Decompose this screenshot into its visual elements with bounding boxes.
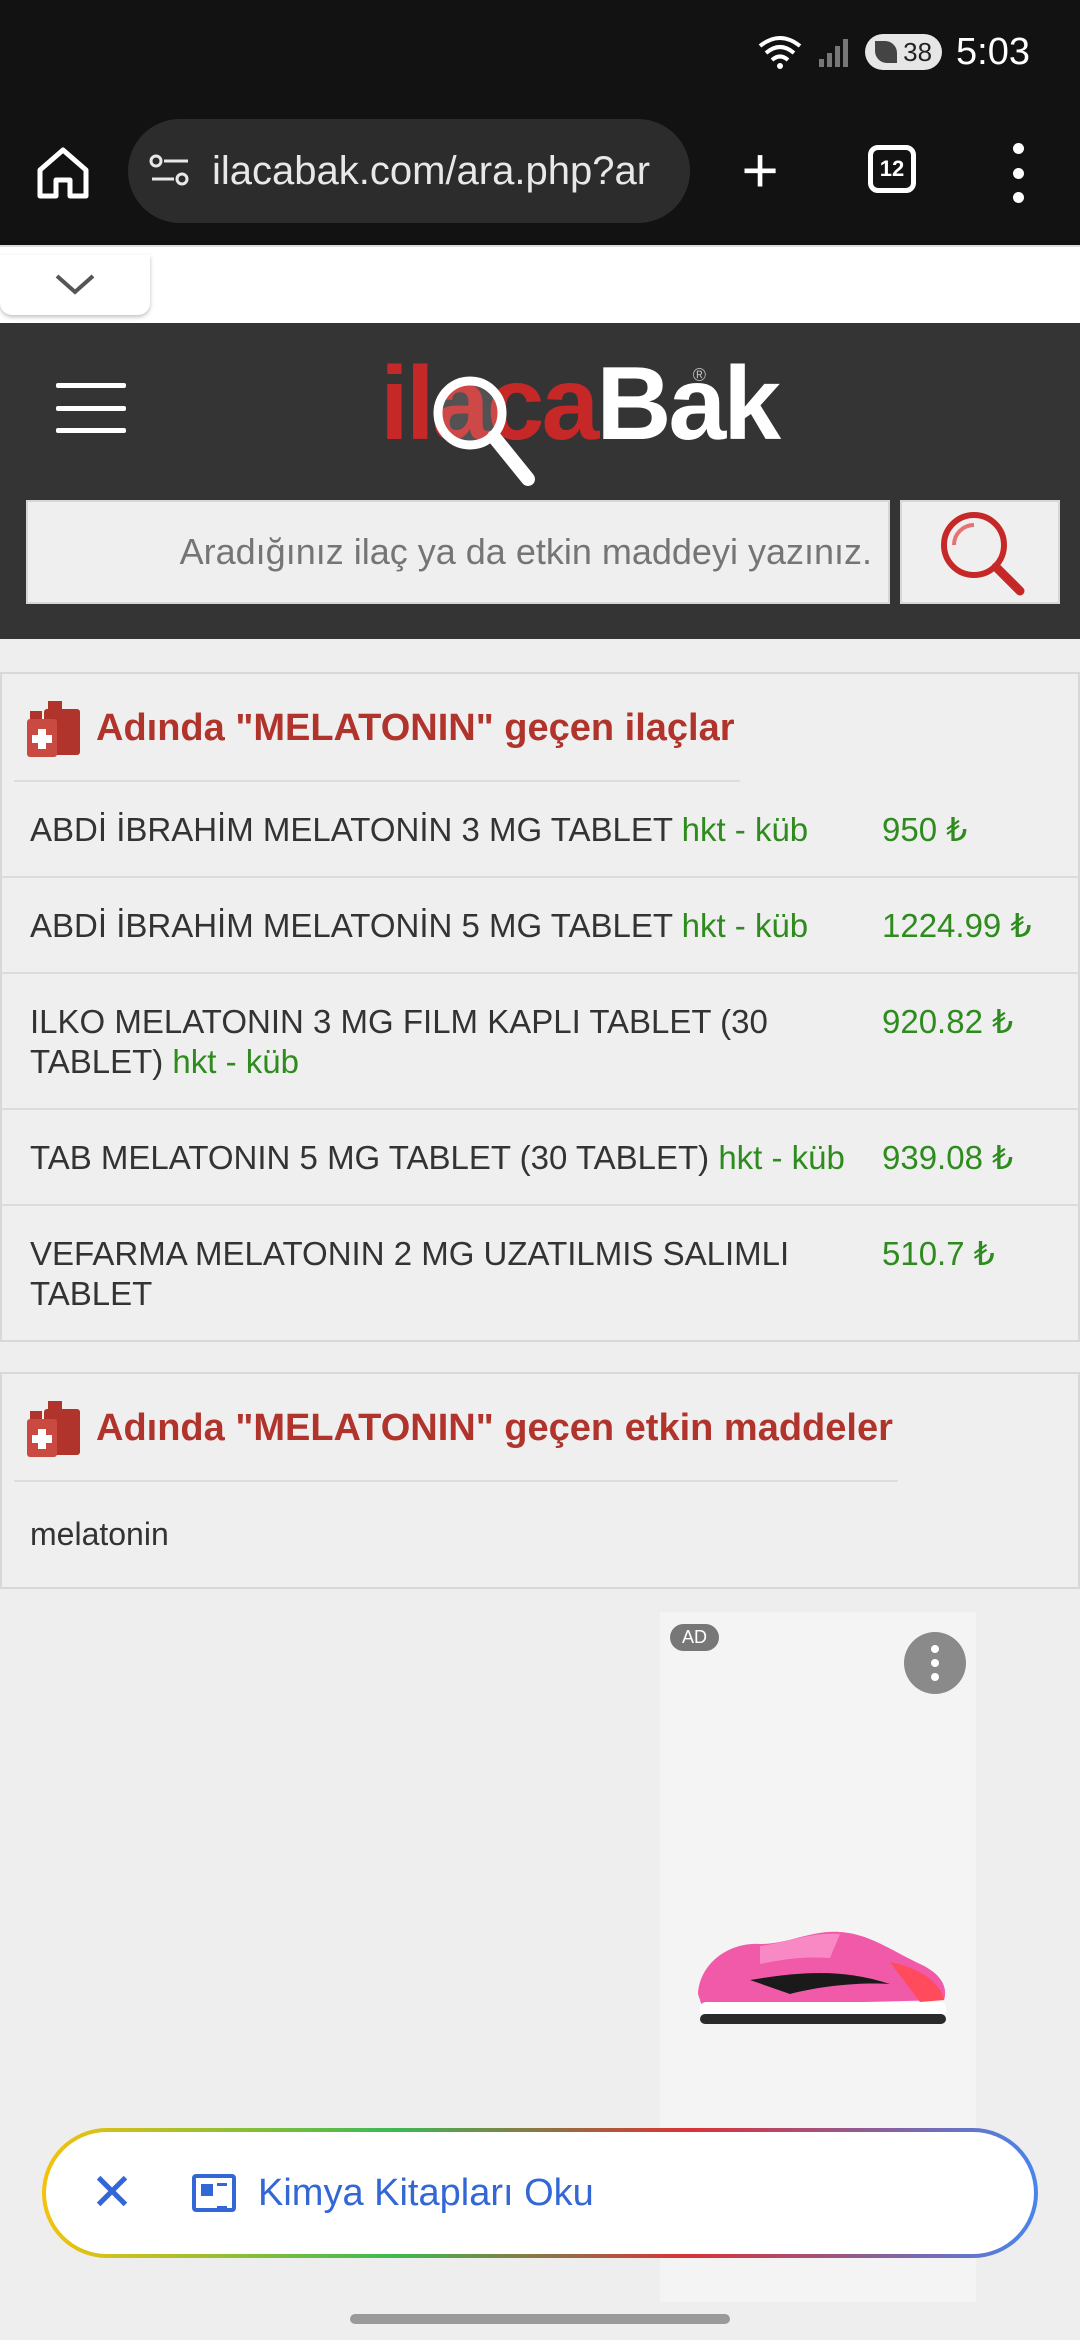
chevron-down-icon — [55, 274, 95, 295]
substances-panel: Adında "MELATONIN" geçen etkin maddeler … — [0, 1372, 1080, 1589]
suggestion-chip[interactable]: ✕ Kimya Kitapları Oku — [42, 2128, 1038, 2258]
gesture-bar[interactable] — [350, 2314, 730, 2324]
home-icon[interactable] — [30, 140, 96, 206]
address-bar[interactable]: ilacabak.com/ara.php?ar — [128, 119, 690, 223]
collapsed-toolbar-strip — [0, 245, 1080, 323]
status-time: 5:03 — [956, 30, 1030, 73]
close-icon[interactable]: ✕ — [82, 2163, 142, 2223]
status-icons: 38 5:03 — [757, 28, 1030, 76]
shoe-product-image[interactable] — [690, 1902, 950, 2042]
ad-options-icon[interactable] — [904, 1632, 966, 1694]
leaf-icon — [875, 41, 898, 63]
drug-row[interactable]: VEFARMA MELATONIN 2 MG UZATILMIS SALIMLI… — [2, 1206, 1078, 1340]
drug-tag: hkt - küb — [718, 1139, 845, 1176]
drug-row[interactable]: ABDİ İBRAHİM MELATONİN 5 MG TABLET hkt -… — [2, 878, 1078, 974]
more-menu-icon[interactable] — [1000, 143, 1036, 203]
wifi-icon — [758, 36, 802, 69]
ad-badge: AD — [670, 1624, 720, 1651]
drug-name[interactable]: ABDİ İBRAHİM MELATONİN 5 MG TABLET — [30, 907, 672, 944]
battery-level: 38 — [903, 36, 933, 67]
search-icon — [941, 512, 1025, 596]
expand-toolbar-button[interactable] — [0, 255, 150, 315]
suggestion-chip-inner: ✕ Kimya Kitapları Oku — [46, 2132, 1034, 2254]
suggestion-label[interactable]: Kimya Kitapları Oku — [258, 2172, 594, 2215]
url-text: ilacabak.com/ara.php?ar — [212, 148, 651, 193]
drug-name[interactable]: TAB MELATONIN 5 MG TABLET (30 TABLET) — [30, 1139, 709, 1176]
drugs-panel: Adında "MELATONIN" geçen ilaçlar ABDİ İB… — [0, 672, 1080, 1342]
article-icon — [192, 2174, 236, 2212]
registered-mark: ® — [692, 365, 706, 385]
site-logo[interactable]: ilacaBak ® — [380, 335, 781, 486]
substance-item[interactable]: melatonin — [2, 1482, 1078, 1587]
drug-row[interactable]: TAB MELATONIN 5 MG TABLET (30 TABLET) hk… — [2, 1110, 1078, 1206]
signal-icon — [819, 39, 849, 67]
search-button[interactable] — [900, 500, 1060, 604]
search-input[interactable] — [26, 500, 890, 604]
divider — [14, 780, 740, 782]
medicine-bottles-icon — [27, 1401, 80, 1457]
status-bar: 38 5:03 — [0, 0, 1080, 105]
drugs-panel-header: Adında "MELATONIN" geçen ilaçlar — [2, 674, 1078, 782]
drug-name[interactable]: ILKO MELATONIN 3 MG FILM KAPLI TABLET (3… — [30, 1003, 768, 1080]
medicine-bottles-icon — [27, 701, 80, 757]
substances-panel-header: Adında "MELATONIN" geçen etkin maddeler — [2, 1374, 1078, 1482]
drug-row[interactable]: ABDİ İBRAHİM MELATONİN 3 MG TABLET hkt -… — [2, 782, 1078, 878]
drug-price: 1224.99 ₺ — [882, 907, 1032, 944]
drug-name[interactable]: VEFARMA MELATONIN 2 MG UZATILMIS SALIMLI… — [30, 1235, 789, 1312]
drug-tag: hkt - küb — [681, 907, 809, 944]
magnifier-logo-icon — [433, 376, 535, 486]
drug-tag: hkt - küb — [681, 811, 809, 848]
drug-name[interactable]: ABDİ İBRAHİM MELATONİN 3 MG TABLET — [30, 811, 672, 848]
drug-price: 920.82 ₺ — [882, 1003, 1014, 1040]
divider — [14, 1480, 898, 1482]
drug-price: 939.08 ₺ — [882, 1139, 1014, 1176]
drug-tag: hkt - küb — [172, 1043, 299, 1080]
site-header: ilacaBak ® — [0, 323, 1080, 639]
drug-price: 950 ₺ — [882, 811, 968, 848]
hamburger-menu-icon[interactable] — [56, 383, 126, 433]
drug-row[interactable]: ILKO MELATONIN 3 MG FILM KAPLI TABLET (3… — [2, 974, 1078, 1110]
drug-price: 510.7 ₺ — [882, 1235, 995, 1272]
tab-switcher-button[interactable]: 12 — [868, 145, 916, 193]
battery-indicator: 38 — [865, 34, 943, 70]
site-settings-icon[interactable] — [148, 151, 192, 191]
browser-toolbar: ilacabak.com/ara.php?ar + 12 — [0, 105, 1080, 245]
substances-panel-title: Adında "MELATONIN" geçen etkin maddeler — [96, 1406, 893, 1449]
drugs-panel-title: Adında "MELATONIN" geçen ilaçlar — [96, 706, 735, 749]
new-tab-icon[interactable]: + — [730, 135, 790, 205]
